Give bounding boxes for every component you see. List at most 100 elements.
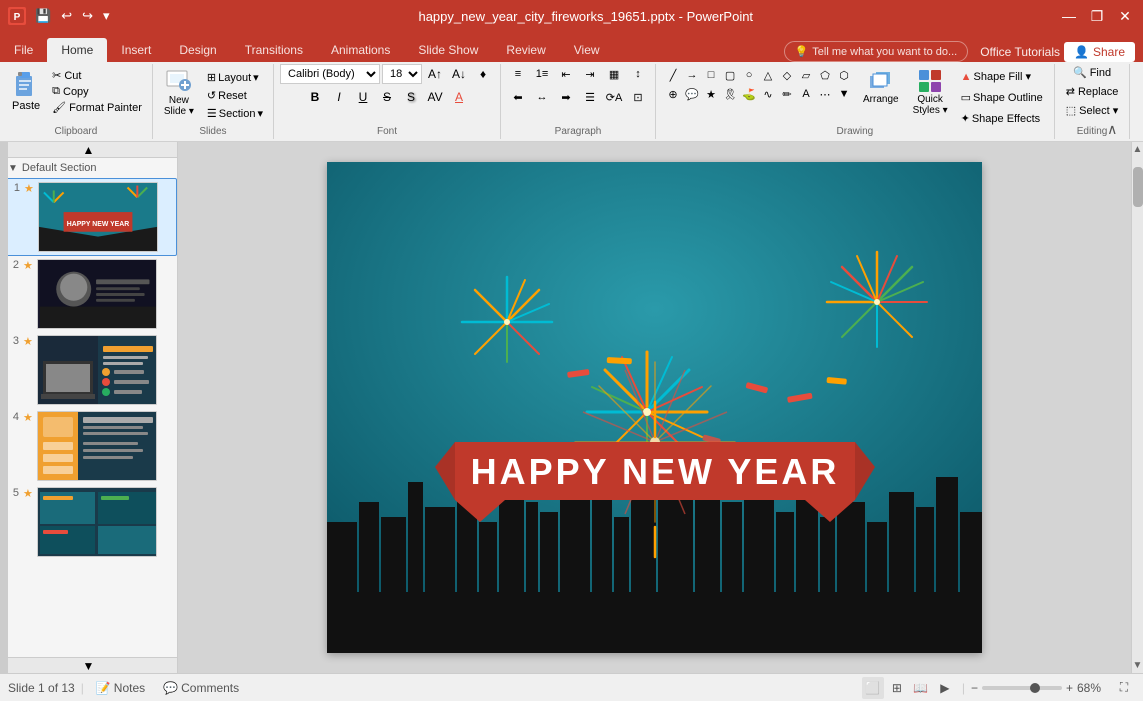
triangle-shape[interactable]: △	[759, 66, 777, 84]
grow-font-button[interactable]: A↑	[424, 64, 446, 84]
minimize-button[interactable]: —	[1059, 6, 1079, 26]
format-painter-button[interactable]: 🖌 Format Painter	[48, 100, 146, 115]
curve-shape[interactable]: ∿	[759, 85, 777, 103]
slide-item-1[interactable]: 1 ★ HAPPY NEW YEAR	[0, 178, 177, 256]
decrease-indent-button[interactable]: ⇤	[555, 64, 577, 84]
main-slide-canvas[interactable]: HAPPY NEW YEAR	[327, 162, 982, 653]
new-slide-button[interactable]: New Slide ▾	[159, 64, 199, 120]
more-btn[interactable]: ⋯	[816, 85, 834, 103]
clear-formatting-button[interactable]: ♦	[472, 64, 494, 84]
scroll-down-arrow[interactable]: ▼	[1131, 658, 1143, 673]
arrange-button[interactable]: Arrange	[857, 64, 905, 109]
restore-button[interactable]: ❐	[1087, 6, 1107, 26]
rect-shape[interactable]: □	[702, 66, 720, 84]
section-collapse-icon[interactable]: ▼	[8, 163, 18, 174]
justify-button[interactable]: ☰	[579, 87, 601, 107]
scroll-up-arrow[interactable]: ▲	[1131, 142, 1143, 157]
panel-scroll-down[interactable]: ▼	[0, 657, 177, 673]
align-right-button[interactable]: ➡	[555, 87, 577, 107]
increase-indent-button[interactable]: ⇥	[579, 64, 601, 84]
pentagon-shape[interactable]: ⬠	[816, 66, 834, 84]
hexagon-shape[interactable]: ⬡	[835, 66, 853, 84]
smart-art-button[interactable]: ⊡	[627, 87, 649, 107]
slideshow-button[interactable]: ▶	[934, 677, 956, 699]
panel-scroll-up[interactable]: ▲	[0, 142, 177, 158]
strikethrough-button[interactable]: S	[376, 87, 398, 107]
tab-animations[interactable]: Animations	[317, 38, 404, 62]
slide-item-5[interactable]: 5 ★	[0, 484, 177, 560]
reading-view-button[interactable]: 📖	[910, 677, 932, 699]
shape-outline-button[interactable]: ▭ Shape Outline	[956, 89, 1048, 106]
notes-button[interactable]: 📝 Notes	[90, 679, 151, 697]
parallelogram-shape[interactable]: ▱	[797, 66, 815, 84]
save-icon[interactable]: 💾	[32, 6, 54, 26]
office-tutorials-button[interactable]: Office Tutorials	[980, 45, 1060, 59]
undo-icon[interactable]: ↩	[58, 6, 75, 26]
rounded-rect-shape[interactable]: ▢	[721, 66, 739, 84]
cut-button[interactable]: ✂ Cut	[48, 68, 146, 83]
tab-transitions[interactable]: Transitions	[231, 38, 317, 62]
tab-slideshow[interactable]: Slide Show	[404, 38, 492, 62]
redo-icon[interactable]: ↪	[79, 6, 96, 26]
align-left-button[interactable]: ⬅	[507, 87, 529, 107]
ribbon-shape[interactable]: 🎗	[721, 85, 739, 103]
tab-home[interactable]: Home	[47, 38, 107, 62]
zoom-in-icon[interactable]: +	[1066, 681, 1073, 695]
bold-button[interactable]: B	[304, 87, 326, 107]
layout-button[interactable]: ⊞ Layout ▾	[203, 70, 267, 85]
shrink-font-button[interactable]: A↓	[448, 64, 470, 84]
tab-insert[interactable]: Insert	[107, 38, 165, 62]
char-spacing-button[interactable]: AV	[424, 87, 446, 107]
normal-view-button[interactable]: ⬜	[862, 677, 884, 699]
fit-slide-button[interactable]: ⛶	[1113, 677, 1135, 699]
reset-button[interactable]: ↺ Reset	[203, 88, 267, 103]
find-button[interactable]: 🔍 Find	[1068, 64, 1116, 81]
comments-button[interactable]: 💬 Comments	[157, 679, 245, 697]
freeform-shape[interactable]: ✏	[778, 85, 796, 103]
font-name-select[interactable]: Calibri (Body)	[280, 64, 380, 84]
diamond-shape[interactable]: ◇	[778, 66, 796, 84]
expand-shapes[interactable]: ▼	[835, 85, 853, 103]
arrow-shape[interactable]: →	[683, 66, 701, 84]
zoom-slider[interactable]	[982, 686, 1062, 690]
slide-item-2[interactable]: 2 ★	[0, 256, 177, 332]
line-shape[interactable]: ╱	[664, 66, 682, 84]
tab-design[interactable]: Design	[165, 38, 230, 62]
tab-file[interactable]: File	[0, 38, 47, 62]
customize-qa-icon[interactable]: ▾	[100, 6, 113, 26]
align-center-button[interactable]: ↔	[531, 87, 553, 107]
share-button[interactable]: 👤 Share	[1064, 42, 1135, 62]
slide-item-4[interactable]: 4 ★	[0, 408, 177, 484]
close-button[interactable]: ✕	[1115, 6, 1135, 26]
line-spacing-button[interactable]: ↕	[627, 64, 649, 84]
circle-shape[interactable]: ○	[740, 66, 758, 84]
text-direction-button[interactable]: ⟳A	[603, 87, 625, 107]
copy-button[interactable]: ⧉ Copy	[48, 84, 146, 99]
scrollbar-thumb[interactable]	[1133, 167, 1143, 207]
star-shape[interactable]: ★	[702, 85, 720, 103]
columns-button[interactable]: ▦	[603, 64, 625, 84]
bullet-list-button[interactable]: ≡	[507, 64, 529, 84]
tab-view[interactable]: View	[560, 38, 614, 62]
shape-effects-button[interactable]: ✦ Shape Effects	[956, 110, 1048, 127]
slide-sorter-button[interactable]: ⊞	[886, 677, 908, 699]
textbox-shape[interactable]: A	[797, 85, 815, 103]
zoom-thumb[interactable]	[1030, 683, 1040, 693]
font-color-button[interactable]: A	[448, 87, 470, 107]
slide-item-3[interactable]: 3 ★	[0, 332, 177, 408]
italic-button[interactable]: I	[328, 87, 350, 107]
numbered-list-button[interactable]: 1≡	[531, 64, 553, 84]
zoom-out-icon[interactable]: −	[971, 681, 978, 695]
shape-fill-button[interactable]: ▲ Shape Fill ▾	[956, 68, 1048, 85]
section-button[interactable]: ☰ Section ▾	[203, 106, 267, 121]
select-button[interactable]: ⬚ Select ▾	[1061, 102, 1124, 119]
callout-shape[interactable]: 💬	[683, 85, 701, 103]
text-shadow-button[interactable]: S	[400, 87, 422, 107]
tell-me-input[interactable]: 💡 Tell me what you want to do...	[784, 41, 969, 62]
font-size-select[interactable]: 18	[382, 64, 422, 84]
quick-styles-button[interactable]: Quick Styles ▾	[909, 64, 952, 120]
more-shapes[interactable]: ⊕	[664, 85, 682, 103]
replace-button[interactable]: ⇄ Replace	[1061, 83, 1124, 100]
tab-review[interactable]: Review	[492, 38, 559, 62]
banner-shape[interactable]: ⛳	[740, 85, 758, 103]
